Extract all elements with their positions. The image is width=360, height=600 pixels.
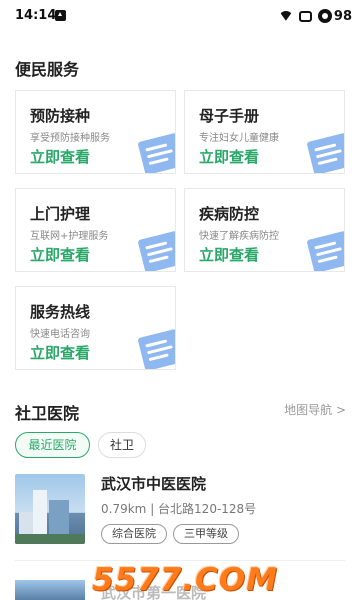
tab-nearest-hospital[interactable]: 最近医院 (15, 432, 90, 458)
service-card-hotline[interactable]: 服务热线 快速电话咨询 立即查看 (15, 286, 176, 370)
services-section-title: 便民服务 (15, 60, 80, 79)
service-card-maternal-handbook[interactable]: 母子手册 专注妇女儿童健康 立即查看 (184, 90, 345, 174)
hospital-tag: 综合医院 (101, 524, 167, 544)
service-card-title: 上门护理 (30, 205, 91, 223)
list-icon (306, 230, 344, 271)
list-divider (15, 560, 345, 561)
service-card-cta[interactable]: 立即查看 (30, 342, 90, 363)
hospital-address: 台北路120-128号 (158, 502, 257, 516)
meta-separator: | (150, 502, 159, 516)
service-card-title: 服务热线 (30, 303, 91, 321)
hospitals-section-title: 社卫医院 (15, 404, 80, 423)
status-bar: 14:14 98 (0, 0, 360, 32)
map-navigation-link[interactable]: 地图导航 > (284, 401, 346, 418)
tab-community-health[interactable]: 社卫 (98, 432, 146, 458)
service-card-subtitle: 互联网+护理服务 (30, 231, 109, 242)
battery-icon (317, 9, 332, 23)
hospital-tag: 三甲等级 (173, 524, 239, 544)
list-icon (137, 328, 175, 369)
service-card-title: 预防接种 (30, 107, 91, 125)
service-card-vaccination[interactable]: 预防接种 享受预防接种服务 立即查看 (15, 90, 176, 174)
service-card-cta[interactable]: 立即查看 (199, 146, 259, 167)
upload-notification-icon (55, 10, 66, 21)
service-card-subtitle: 享受预防接种服务 (30, 133, 110, 144)
hospital-photo (15, 474, 85, 544)
hospital-name: 武汉市中医医院 (101, 475, 207, 493)
watermark: 5577.COM (92, 562, 279, 598)
battery-level: 98 (333, 8, 352, 24)
service-card-cta[interactable]: 立即查看 (30, 146, 90, 167)
wifi-icon (279, 10, 293, 22)
status-indicators: 98 (279, 8, 352, 24)
service-card-title: 母子手册 (199, 107, 260, 125)
service-card-title: 疾病防控 (199, 205, 260, 223)
hospital-distance: 0.79km (101, 502, 147, 516)
service-card-cta[interactable]: 立即查看 (199, 244, 259, 265)
service-card-disease-control[interactable]: 疾病防控 快速了解疾病防控 立即查看 (184, 188, 345, 272)
list-icon (306, 132, 344, 173)
list-icon (137, 132, 175, 173)
hospital-photo (15, 580, 85, 600)
hospital-location: 0.79km | 台北路120-128号 (101, 500, 256, 517)
service-card-subtitle: 快速了解疾病防控 (199, 231, 279, 242)
service-card-home-nursing[interactable]: 上门护理 互联网+护理服务 立即查看 (15, 188, 176, 272)
service-card-subtitle: 快速电话咨询 (30, 329, 90, 340)
screen-cast-icon (298, 10, 312, 22)
service-card-cta[interactable]: 立即查看 (30, 244, 90, 265)
battery-indicator: 98 (317, 8, 352, 24)
status-time: 14:14 (15, 8, 57, 23)
list-icon (137, 230, 175, 271)
service-card-subtitle: 专注妇女儿童健康 (199, 133, 279, 144)
